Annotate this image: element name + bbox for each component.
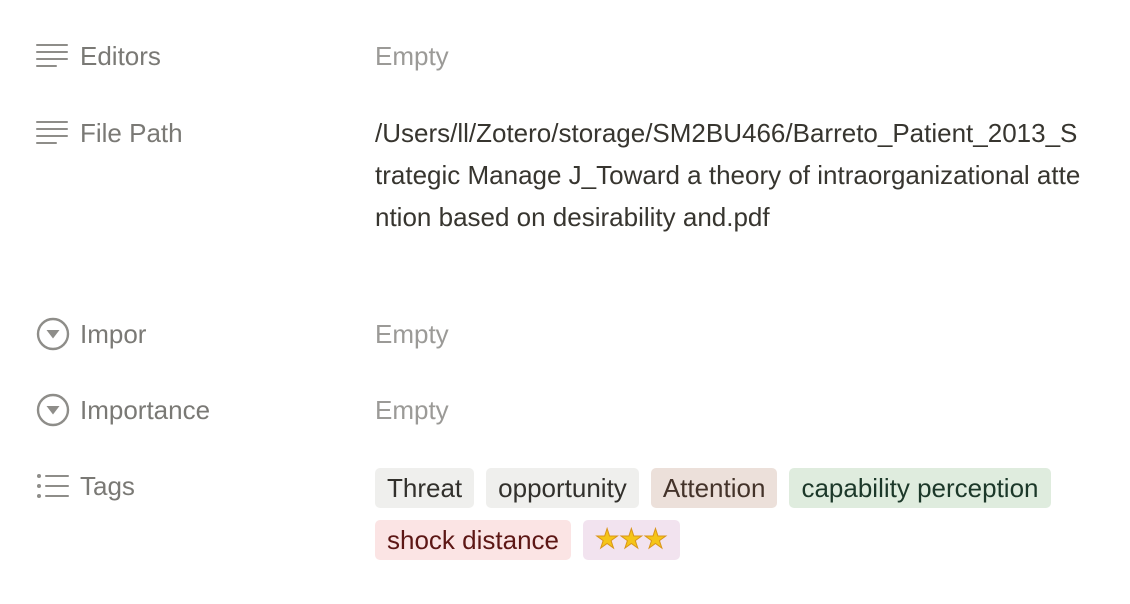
- property-name-impor[interactable]: Impor: [30, 312, 350, 356]
- text-lines-icon: [30, 34, 76, 78]
- tag-chip[interactable]: Threat: [375, 468, 475, 508]
- tag-chip[interactable]: Attention: [650, 468, 778, 508]
- select-circle-arrow-icon: [30, 388, 76, 432]
- tag-chip[interactable]: capability perception: [789, 468, 1051, 508]
- property-label: Editors: [80, 40, 161, 71]
- tag-chip[interactable]: opportunity: [486, 468, 639, 508]
- property-name-tags[interactable]: Tags: [30, 464, 350, 508]
- tags-value[interactable]: Threat opportunity Attention capability …: [375, 468, 1095, 560]
- tags-list: Threat opportunity Attention capability …: [375, 468, 1075, 560]
- tag-chip[interactable]: shock distance: [375, 520, 571, 560]
- impor-value[interactable]: Empty: [375, 313, 1095, 355]
- text-lines-icon: [30, 111, 76, 155]
- list-bullets-icon: [30, 464, 76, 508]
- tag-chip-stars[interactable]: ★★★: [582, 520, 680, 560]
- property-label: Importance: [80, 394, 211, 425]
- property-name-editors[interactable]: Editors: [30, 34, 350, 78]
- property-name-importance[interactable]: Importance: [30, 388, 350, 432]
- file-path-value[interactable]: /Users/ll/Zotero/storage/SM2BU466/Barret…: [375, 112, 1081, 238]
- editors-value[interactable]: Empty: [375, 35, 1095, 77]
- property-label: Impor: [80, 318, 147, 349]
- property-name-file-path[interactable]: File Path: [30, 111, 350, 155]
- select-circle-arrow-icon: [30, 312, 76, 356]
- property-label: Tags: [80, 470, 135, 501]
- property-label: File Path: [80, 117, 183, 148]
- importance-value[interactable]: Empty: [375, 389, 1095, 431]
